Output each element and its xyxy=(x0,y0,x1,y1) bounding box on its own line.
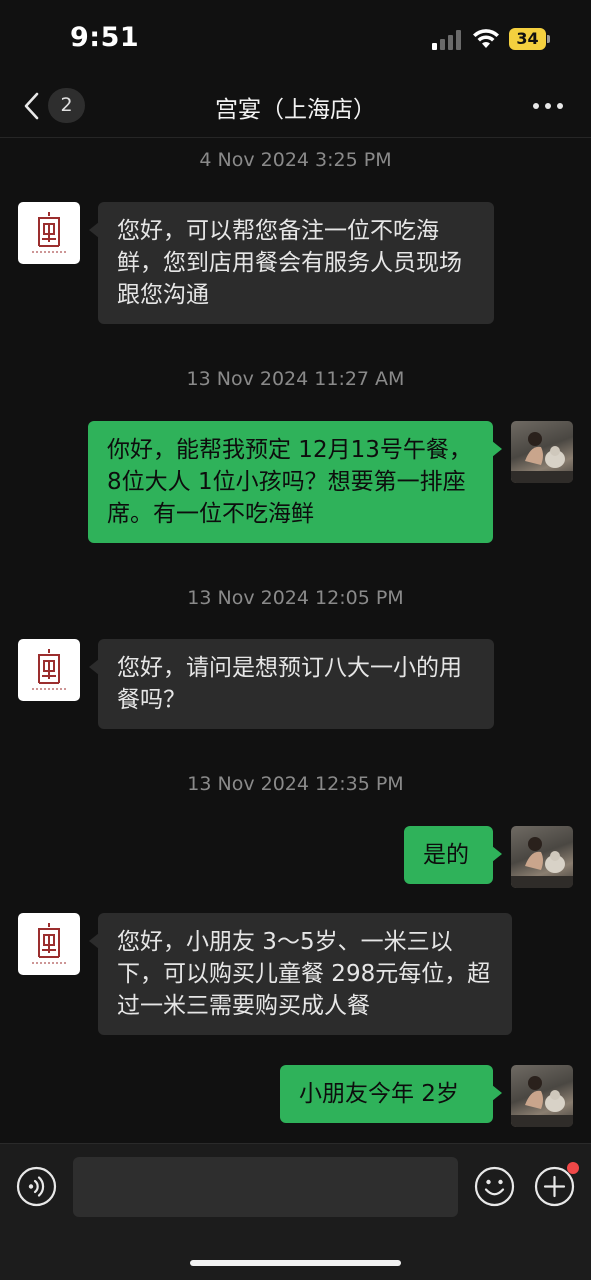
chat-title: 宫宴（上海店） xyxy=(215,97,376,123)
incoming-message-bubble[interactable]: 您好，小朋友 3～5岁、一米三以下，可以购买儿童餐 298元每位，超过一米三需要… xyxy=(89,913,512,1035)
user-avatar[interactable] xyxy=(511,421,573,483)
more-horizontal-icon[interactable] xyxy=(530,100,566,112)
shop-avatar[interactable] xyxy=(18,202,80,264)
message-input[interactable] xyxy=(73,1157,458,1217)
user-avatar[interactable] xyxy=(511,826,573,888)
outgoing-message-bubble[interactable]: 是的 xyxy=(404,826,502,884)
incoming-message-bubble[interactable]: 您好，可以帮您备注一位不吃海鲜，您到店用餐会有服务人员现场跟您沟通 xyxy=(89,202,494,324)
status-bar: 9:51 34 xyxy=(0,0,591,78)
battery-icon: 34 xyxy=(509,28,551,50)
chevron-left-icon[interactable] xyxy=(20,90,44,122)
wifi-icon xyxy=(472,26,500,50)
incoming-message-bubble[interactable]: 您好，请问是想预订八大一小的用餐吗？ xyxy=(89,639,494,729)
status-time: 9:51 xyxy=(70,22,140,53)
user-photo-icon xyxy=(511,432,573,483)
outgoing-message-bubble[interactable]: 小朋友今年 2岁 xyxy=(280,1065,502,1123)
message-timestamp: 4 Nov 2024 3:25 PM xyxy=(199,149,392,171)
outgoing-message-bubble[interactable]: 你好，能帮我预定 12月13号午餐，8位大人 1位小孩吗？想要第一排座席。有一位… xyxy=(88,421,502,543)
user-photo-icon xyxy=(511,837,573,888)
shop-avatar[interactable] xyxy=(18,639,80,701)
battery-level: 34 xyxy=(516,29,539,48)
notification-dot xyxy=(567,1162,579,1174)
message-timestamp: 13 Nov 2024 11:27 AM xyxy=(186,368,405,390)
message-timestamp: 13 Nov 2024 12:05 PM xyxy=(187,587,404,609)
message-timestamp: 13 Nov 2024 12:35 PM xyxy=(187,773,404,795)
shop-logo-icon xyxy=(32,923,66,964)
user-avatar[interactable] xyxy=(511,1065,573,1127)
unread-count-badge[interactable]: 2 xyxy=(48,88,85,123)
user-photo-icon xyxy=(511,1076,573,1127)
home-indicator[interactable] xyxy=(190,1260,401,1266)
cellular-signal-icon xyxy=(432,30,464,50)
emoji-icon[interactable] xyxy=(474,1166,515,1207)
chat-header: 2 宫宴（上海店） xyxy=(0,78,591,138)
shop-logo-icon xyxy=(32,649,66,690)
shop-avatar[interactable] xyxy=(18,913,80,975)
shop-logo-icon xyxy=(32,212,66,253)
voice-icon[interactable] xyxy=(16,1166,57,1207)
